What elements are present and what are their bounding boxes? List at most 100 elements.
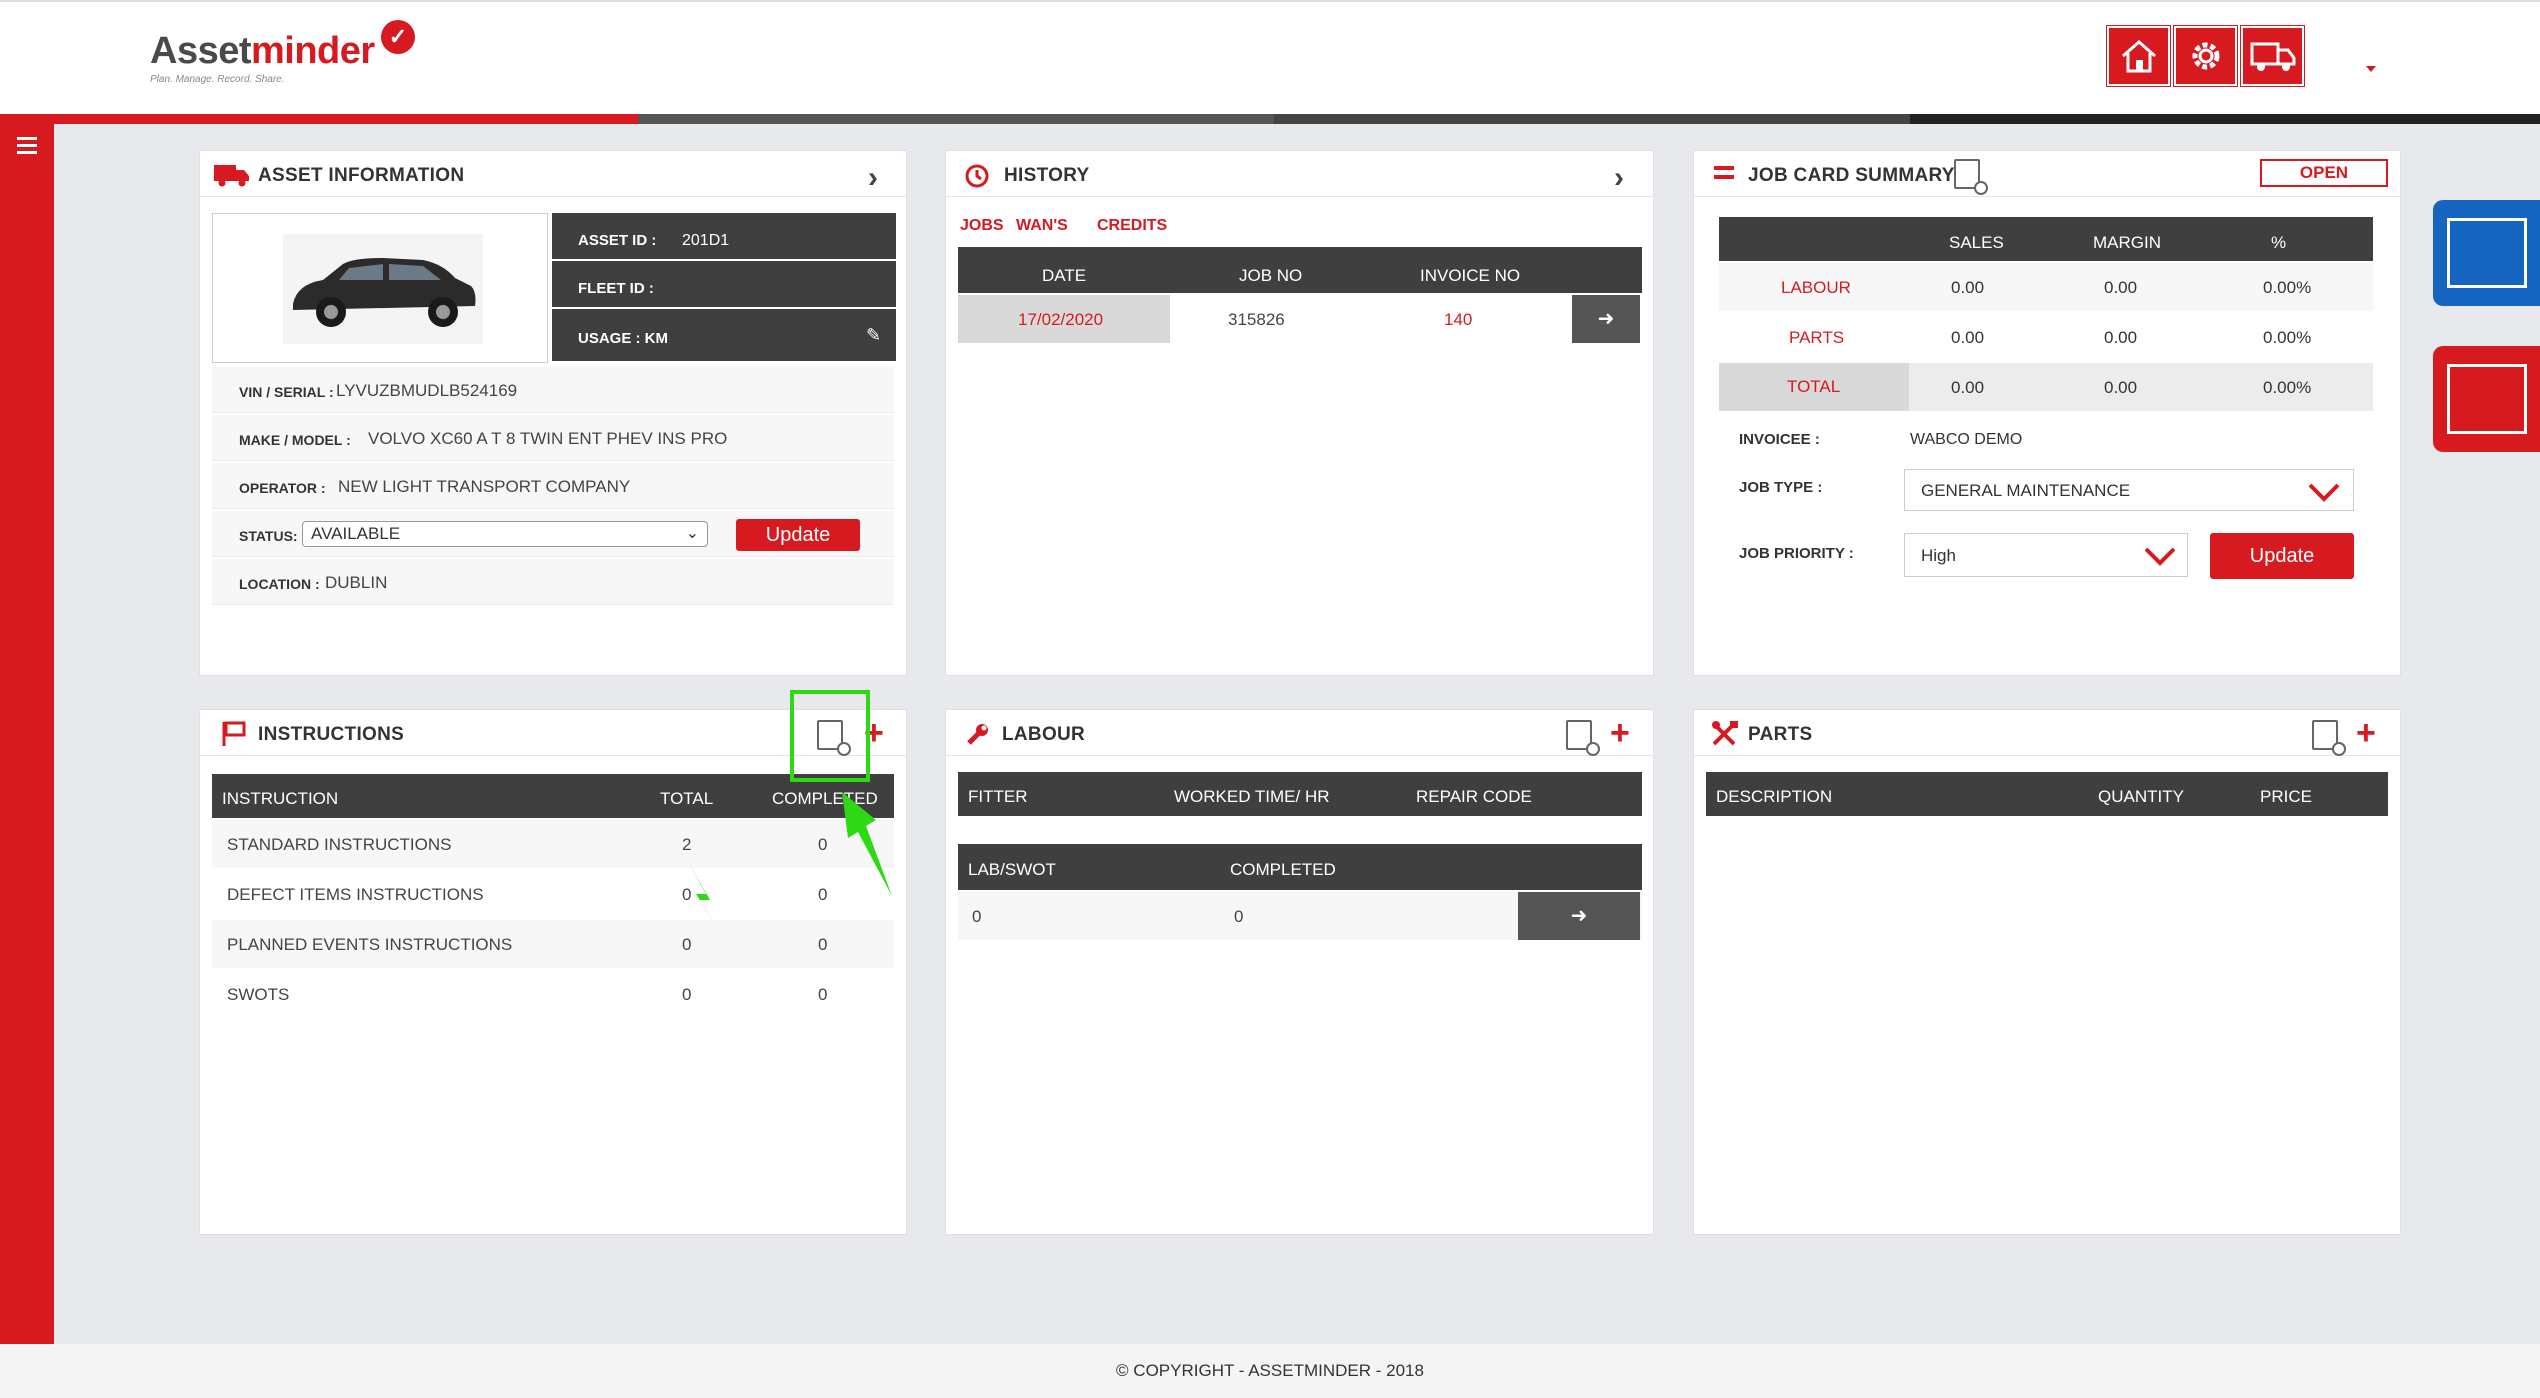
table-row: PARTS 0.00 0.00 0.00% [1719,313,2373,361]
vehicles-button[interactable] [2241,26,2304,86]
labour-panel: LABOUR + FITTER WORKED TIME/ HR REPAIR C… [945,709,1654,1235]
right-tab-red[interactable] [2433,346,2540,452]
vin-label: VIN / SERIAL : [239,384,334,400]
chevron-right-icon[interactable]: › [1614,161,1624,195]
location-value: DUBLIN [325,573,388,592]
asset-id-label: ASSET ID : [578,232,657,249]
labour-margin: 0.00 [2104,278,2138,297]
table-row[interactable]: PLANNED EVENTS INSTRUCTIONS 0 0 [212,920,894,968]
panel-header: ASSET INFORMATION › [200,151,906,197]
col-sales: SALES [1949,233,2004,252]
table-row[interactable]: STANDARD INSTRUCTIONS 2 0 [212,820,894,868]
brand-part-b: minder [251,30,375,72]
export-icon [2447,218,2527,288]
table-row[interactable]: DEFECT ITEMS INSTRUCTIONS 0 0 [212,870,894,918]
instruction-completed: 0 [818,885,828,904]
add-icon[interactable]: + [2356,716,2376,750]
labour-pct: 0.00% [2263,278,2312,297]
col-instruction: INSTRUCTION [222,789,339,808]
col-invoice-no: INVOICE NO [1420,266,1521,285]
make-model-row: MAKE / MODEL : VOLVO XC60 A T 8 TWIN ENT … [212,415,894,461]
col-repair-code: REPAIR CODE [1416,787,1532,806]
header-stripe-dark [1274,114,1910,124]
status-update-button[interactable]: Update [736,519,860,551]
arrow-right-button[interactable]: ➜ [1572,295,1640,343]
vin-value: LYVUZBMUDLB524169 [336,381,518,400]
sidebar [0,124,54,1344]
job-type-select[interactable]: GENERAL MAINTENANCE [1904,469,2354,511]
table-row[interactable]: SWOTS 0 0 [212,970,894,1018]
fleet-id-row: FLEET ID : [552,261,896,307]
wrench-icon [967,724,988,745]
document-search-icon[interactable] [2312,720,2346,756]
panel-title: INSTRUCTIONS [258,724,405,745]
document-search-icon[interactable] [1954,159,1988,195]
chevron-down-icon: ⌄ [685,525,699,542]
top-bar: Assetminder ✓ Plan. Manage. Record. Shar… [0,0,2540,114]
list-icon [1714,166,1734,179]
menu-icon[interactable] [17,137,37,158]
row-label-labour: LABOUR [1781,278,1851,297]
location-label: LOCATION : [239,576,320,592]
fleet-id-label: FLEET ID : [578,280,654,297]
job-update-button[interactable]: Update [2210,533,2354,579]
instruction-completed: 0 [818,835,828,854]
history-icon [965,164,989,188]
truck-icon [214,165,249,187]
labour-completed-value: 0 [1234,907,1244,926]
annotation-arrow-icon [688,862,724,938]
panel-header: PARTS + [1694,710,2400,756]
col-worked-time: WORKED TIME/ HR [1174,787,1330,806]
col-date: DATE [1042,266,1087,285]
car-image [283,234,483,344]
col-total: TOTAL [660,789,714,808]
panel-title: HISTORY [1004,165,1090,186]
total-margin: 0.00 [2104,378,2138,397]
table-row: LABOUR 0.00 0.00 0.00% [1719,263,2373,311]
add-icon[interactable]: + [1610,716,1630,750]
asset-id-row: ASSET ID : 201D1 [552,213,896,259]
job-priority-select[interactable]: High [1904,533,2188,577]
job-type-value: GENERAL MAINTENANCE [1921,481,2131,500]
arrow-right-button[interactable]: ➜ [1518,892,1640,940]
tab-credits[interactable]: CREDITS [1097,217,1167,235]
labour-swot-header: LAB/SWOT COMPLETED [958,844,1642,890]
brand-part-a: Asset [150,30,252,72]
total-sales: 0.00 [1951,378,1985,397]
vin-row: VIN / SERIAL : LYVUZBMUDLB524169 [212,367,894,413]
asset-photo [212,213,548,363]
chevron-right-icon[interactable]: › [868,161,878,195]
instruction-name: SWOTS [227,985,290,1004]
check-icon: ✓ [381,20,415,54]
parts-table-header: DESCRIPTION QUANTITY PRICE [1706,772,2388,816]
assetminder-logo[interactable]: Assetminder ✓ Plan. Manage. Record. Shar… [150,20,450,90]
col-price: PRICE [2260,787,2312,806]
edit-icon[interactable]: ✎ [866,325,881,346]
table-row[interactable]: 0 0 ➜ [958,892,1642,940]
settings-button[interactable] [2174,26,2237,86]
instruction-completed: 0 [818,985,828,1004]
user-menu-caret-icon[interactable] [2366,66,2376,72]
invoicee-value: WABCO DEMO [1910,431,2023,448]
gear-icon [2192,42,2219,70]
document-search-icon[interactable] [1566,720,1600,756]
lab-swot-value: 0 [972,907,982,926]
tab-wans[interactable]: WAN'S [1016,217,1068,235]
history-date: 17/02/2020 [1018,310,1104,329]
parts-panel: PARTS + DESCRIPTION QUANTITY PRICE [1693,709,2401,1235]
job-priority-value: High [1921,546,1956,565]
highlight-box [790,690,870,782]
status-select[interactable]: AVAILABLE ⌄ [302,521,708,547]
right-tab-blue[interactable] [2433,200,2540,306]
header-stripe-grey [638,114,1274,124]
status-label: STATUS: [239,528,298,544]
panel-header: HISTORY › [946,151,1653,197]
header-stripe-black [1910,114,2540,124]
col-job-no: JOB NO [1239,266,1303,285]
table-row[interactable]: 17/02/2020 315826 140 ➜ [958,295,1642,343]
header-stripe-red [0,114,638,124]
export-icon-red [2447,364,2527,434]
panel-title: LABOUR [1002,724,1086,745]
home-button[interactable] [2107,26,2170,86]
tab-jobs[interactable]: JOBS [960,217,1004,235]
